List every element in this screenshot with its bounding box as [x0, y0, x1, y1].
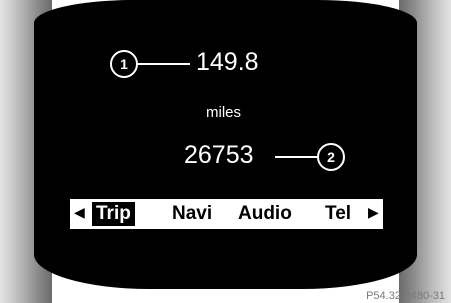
callout-1-marker: 1	[110, 50, 138, 78]
menu-tab-trip[interactable]: Trip	[92, 202, 135, 226]
trip-distance-value: 149.8	[196, 48, 259, 76]
left-arrow-icon[interactable]: ◀	[74, 204, 85, 221]
distance-unit-label: miles	[206, 104, 242, 121]
menu-tab-tel[interactable]: Tel	[325, 202, 351, 226]
odometer-value: 26753	[184, 141, 254, 169]
callout-2-leader-line	[275, 156, 317, 158]
menu-bar: ◀ Trip Navi Audio Tel ▶	[70, 199, 383, 229]
figure-reference-code: P54.32-8480-31	[366, 290, 445, 302]
menu-tab-navi[interactable]: Navi	[172, 202, 212, 226]
menu-tab-audio[interactable]: Audio	[238, 202, 292, 226]
callout-2-marker: 2	[317, 143, 345, 171]
callout-1-leader-line	[138, 63, 190, 65]
right-arrow-icon[interactable]: ▶	[368, 204, 379, 221]
instrument-cluster-figure: 149.8 miles 26753 1 2 ◀ Trip Navi Audio …	[0, 0, 451, 303]
